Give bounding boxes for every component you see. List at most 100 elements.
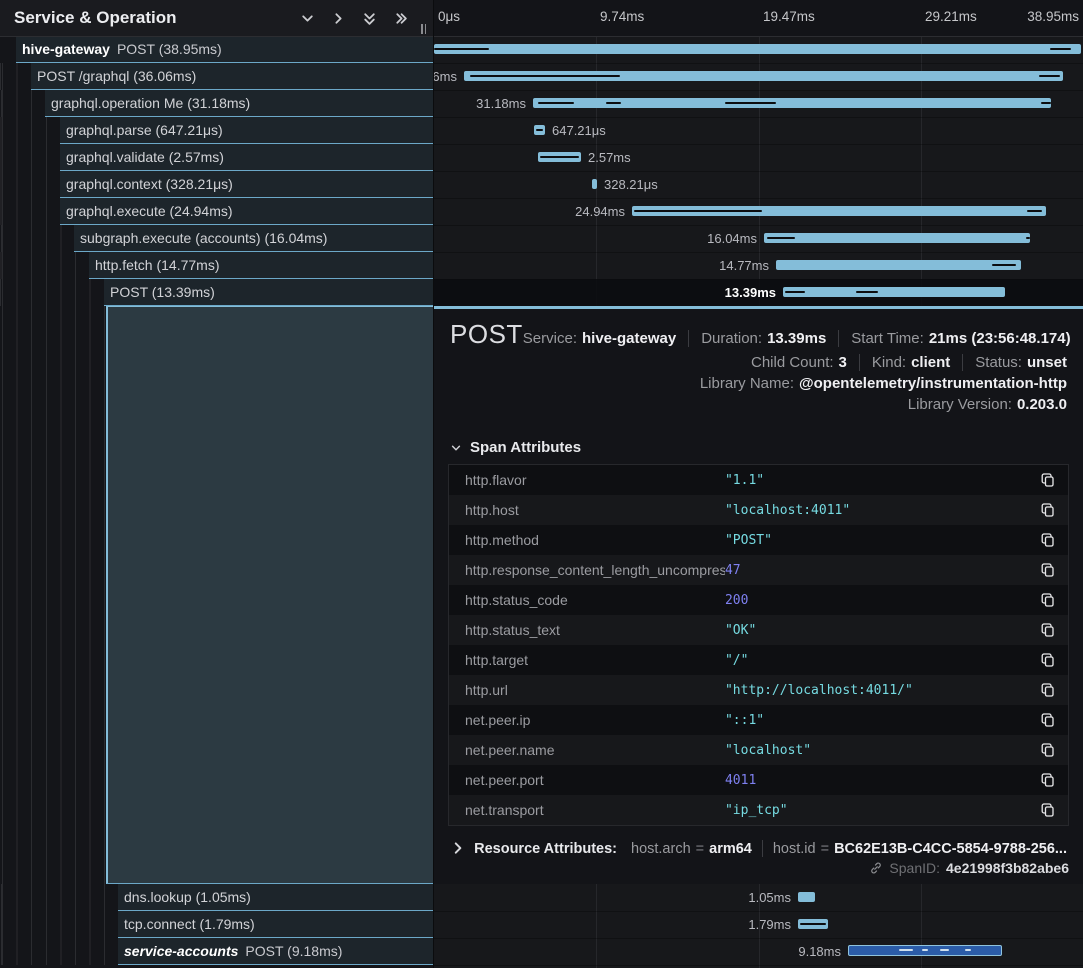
attribute-key: net.peer.name xyxy=(449,742,725,758)
span-tree-row[interactable]: graphql.operation Me (31.18ms) xyxy=(0,90,434,117)
operation-label: graphql.operation Me (31.18ms) xyxy=(51,95,250,111)
meta-value: @opentelemetry/instrumentation-http xyxy=(799,375,1067,392)
attribute-key: http.method xyxy=(449,532,725,548)
resource-attributes-toggle[interactable]: Resource Attributes: host.arch=arm64host… xyxy=(450,840,1067,857)
meta-label: Duration: xyxy=(701,330,762,347)
attribute-key: http.status_text xyxy=(449,622,725,638)
operation-label: graphql.validate (2.57ms) xyxy=(66,149,224,165)
attribute-key: http.url xyxy=(449,682,725,698)
meta-label: Service: xyxy=(523,330,577,347)
expand-one-icon[interactable] xyxy=(331,11,346,26)
span-row-content: dns.lookup (1.05ms) xyxy=(118,884,434,911)
panel-resize-handle[interactable] xyxy=(421,24,429,34)
span-tree-row[interactable]: http.fetch (14.77ms) xyxy=(0,252,434,279)
span-detail-panel: POST Service:hive-gatewayDuration:13.39m… xyxy=(434,306,1083,884)
span-bar[interactable] xyxy=(798,919,828,929)
span-bar[interactable] xyxy=(533,98,1051,108)
copy-icon[interactable] xyxy=(1040,562,1056,578)
span-bar[interactable] xyxy=(848,945,1002,956)
timeline-row: 1.05ms xyxy=(434,884,1083,912)
attribute-key: net.peer.ip xyxy=(449,712,725,728)
copy-icon[interactable] xyxy=(1040,532,1056,548)
span-bar[interactable] xyxy=(534,125,545,135)
span-row-content: service-accountsPOST (9.18ms) xyxy=(118,938,434,965)
span-tree-row[interactable]: graphql.context (328.21μs) xyxy=(0,171,434,198)
span-bar[interactable] xyxy=(798,892,815,902)
indent-gutter xyxy=(0,144,60,171)
indent-gutter xyxy=(0,252,89,279)
indent-gutter xyxy=(0,279,104,306)
span-bar[interactable] xyxy=(592,179,597,189)
span-bar[interactable] xyxy=(632,206,1046,216)
copy-icon[interactable] xyxy=(1040,472,1056,488)
child-span-mark xyxy=(785,291,805,294)
meta-item: Duration:13.39ms xyxy=(701,330,826,347)
copy-icon[interactable] xyxy=(1040,502,1056,518)
child-span-mark xyxy=(965,949,971,951)
expand-all-icon[interactable] xyxy=(393,11,408,26)
meta-value: 3 xyxy=(839,354,847,371)
span-attributes-toggle[interactable]: Span Attributes xyxy=(450,439,1067,456)
tree-header-title: Service & Operation xyxy=(14,8,177,28)
copy-icon[interactable] xyxy=(1040,652,1056,668)
span-bar[interactable] xyxy=(538,152,581,162)
copy-icon[interactable] xyxy=(1040,712,1056,728)
timeline-row: 1.79ms xyxy=(434,911,1083,939)
span-tree-row[interactable]: subgraph.execute (accounts) (16.04ms) xyxy=(0,225,434,252)
meta-divider xyxy=(962,354,963,371)
meta-label: Library Version: xyxy=(908,396,1012,413)
copy-icon[interactable] xyxy=(1040,772,1056,788)
collapse-one-icon[interactable] xyxy=(300,11,315,26)
meta-label: Status: xyxy=(975,354,1022,371)
resource-key: host.arch xyxy=(631,841,691,857)
panel-divider[interactable] xyxy=(433,0,434,968)
copy-icon[interactable] xyxy=(1040,802,1056,818)
span-tree-row[interactable]: tcp.connect (1.79ms) xyxy=(0,911,434,938)
timeline-row: 2.57ms xyxy=(434,144,1083,172)
duration-label: 16.04ms xyxy=(707,231,757,246)
ruler-tick: 29.21ms xyxy=(925,9,977,24)
attribute-key: http.status_code xyxy=(449,592,725,608)
operation-label: POST (9.18ms) xyxy=(245,943,342,959)
attribute-row: net.peer.name"localhost" xyxy=(449,735,1068,765)
span-bar[interactable] xyxy=(783,287,1005,297)
span-tree-row[interactable]: graphql.validate (2.57ms) xyxy=(0,144,434,171)
span-tree-row[interactable]: service-accountsPOST (9.18ms) xyxy=(0,938,434,965)
span-tree-row[interactable]: graphql.parse (647.21μs) xyxy=(0,117,434,144)
link-icon[interactable] xyxy=(869,861,883,875)
span-row-content: graphql.context (328.21μs) xyxy=(60,171,434,198)
span-tree-row[interactable]: POST /graphql (36.06ms) xyxy=(0,63,434,90)
copy-icon[interactable] xyxy=(1040,742,1056,758)
timeline-row: 647.21μs xyxy=(434,117,1083,145)
operation-label: graphql.execute (24.94ms) xyxy=(66,203,233,219)
attribute-row: http.method"POST" xyxy=(449,525,1068,555)
span-tree-row[interactable]: graphql.execute (24.94ms) xyxy=(0,198,434,225)
child-span-mark xyxy=(922,949,928,951)
child-span-mark xyxy=(992,264,1017,267)
span-bar[interactable] xyxy=(464,71,1063,81)
copy-icon[interactable] xyxy=(1040,622,1056,638)
meta-item: Service: hive-gateway xyxy=(523,330,676,347)
timeline-row: 14.77ms xyxy=(434,252,1083,280)
copy-icon[interactable] xyxy=(1040,592,1056,608)
span-bar[interactable] xyxy=(776,260,1021,270)
meta-value: unset xyxy=(1027,354,1067,371)
operation-label: http.fetch (14.77ms) xyxy=(95,257,220,273)
attribute-row: http.url"http://localhost:4011/" xyxy=(449,675,1068,705)
timeline-row: 24.94ms xyxy=(434,198,1083,226)
child-span-mark xyxy=(536,129,543,132)
span-bar[interactable] xyxy=(434,44,1081,54)
child-span-mark xyxy=(725,102,777,105)
span-tree-row[interactable]: POST (13.39ms) xyxy=(0,279,434,306)
span-tree-row[interactable]: dns.lookup (1.05ms) xyxy=(0,884,434,911)
child-span-mark xyxy=(1026,237,1030,240)
span-bar[interactable] xyxy=(764,233,1030,243)
child-span-mark xyxy=(1041,102,1051,105)
span-row-content: POST /graphql (36.06ms) xyxy=(31,63,434,90)
span-tree-row[interactable]: hive-gatewayPOST (38.95ms) xyxy=(0,36,434,63)
collapse-all-icon[interactable] xyxy=(362,11,377,26)
span-row-content: graphql.parse (647.21μs) xyxy=(60,117,434,144)
copy-icon[interactable] xyxy=(1040,682,1056,698)
attribute-row: http.status_text"OK" xyxy=(449,615,1068,645)
meta-value: hive-gateway xyxy=(582,330,676,347)
